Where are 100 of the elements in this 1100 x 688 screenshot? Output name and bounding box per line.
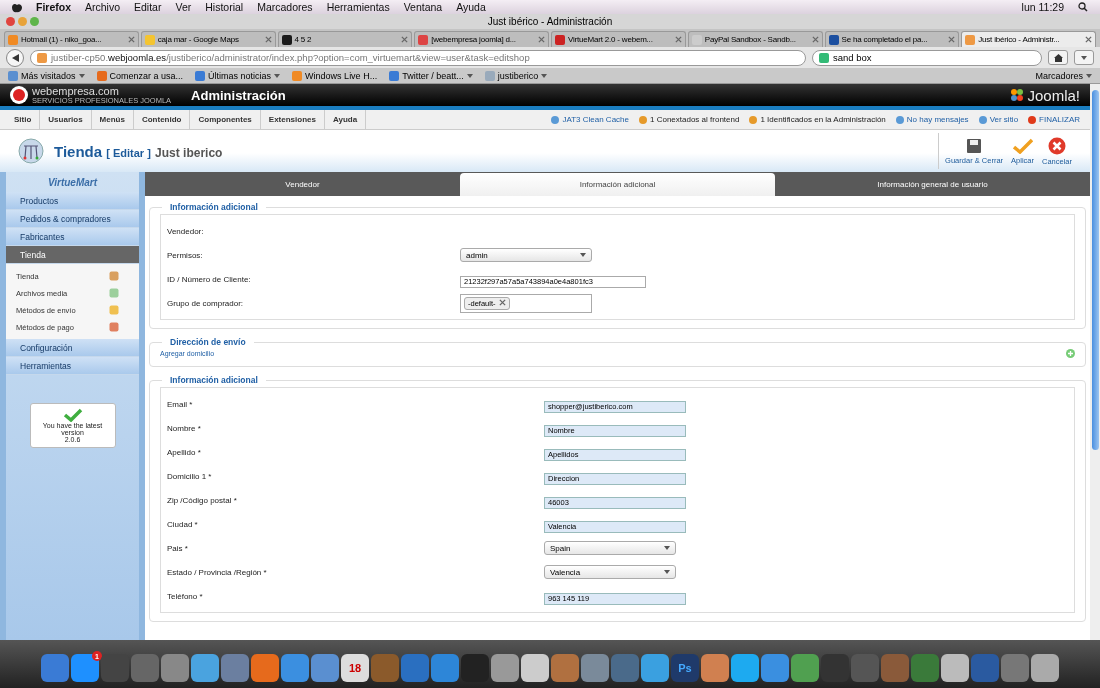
menu-item[interactable]: Ver [175, 1, 192, 13]
menu-item[interactable]: Historial [205, 1, 244, 13]
back-button[interactable] [6, 48, 24, 67]
sidebar-item[interactable]: Fabricantes [6, 228, 139, 246]
close-icon[interactable] [127, 36, 135, 43]
address-field[interactable]: justiber-cp50.webjoomla.es/justiberico/administrator/index.php?option=com_virtuemart&view=user&task=editshop [30, 49, 806, 66]
app-icon[interactable] [761, 654, 789, 682]
app-icon[interactable] [521, 654, 549, 682]
admin-menu-item[interactable]: Sitio [6, 110, 41, 129]
app-icon[interactable] [281, 654, 309, 682]
status-link[interactable]: FINALIZAR [1028, 110, 1080, 129]
sidebar-item[interactable]: Configuración [6, 339, 139, 357]
bookmark[interactable]: Últimas noticias [195, 70, 281, 81]
admin-menu-item[interactable]: Usuarios [40, 110, 92, 129]
close-icon[interactable] [674, 36, 682, 43]
close-icon[interactable] [811, 36, 819, 43]
browser-tab[interactable]: VirtueMart 2.0 - webem... [551, 31, 686, 47]
app-icon[interactable] [941, 654, 969, 682]
tab[interactable]: Información general de usuario [775, 173, 1090, 196]
check-icon [1012, 137, 1033, 154]
admin-menu-item[interactable]: Menús [91, 110, 134, 129]
menu-item[interactable]: Ventana [403, 1, 443, 13]
menu-item[interactable]: Marcadores [257, 1, 313, 13]
search-icon[interactable] [1078, 2, 1088, 12]
app-icon[interactable]: Ps [671, 654, 699, 682]
app-icon[interactable] [791, 654, 819, 682]
app-icon[interactable] [641, 654, 669, 682]
status-link[interactable]: JAT3 Clean Cache [551, 110, 629, 129]
app-icon[interactable] [491, 654, 519, 682]
close-icon[interactable] [264, 36, 272, 43]
menu-item[interactable]: Archivo [85, 1, 121, 13]
close-icon[interactable] [1085, 36, 1092, 43]
app-icon[interactable] [701, 654, 729, 682]
admin-menu-item[interactable]: Extensiones [260, 110, 325, 129]
browser-tab[interactable]: Se ha completado el pa... [824, 31, 960, 47]
tab[interactable]: Vendedor [145, 173, 460, 196]
addon-button[interactable] [1074, 50, 1094, 65]
field-label: Apellido * [167, 447, 202, 457]
close-icon[interactable] [948, 36, 956, 43]
add-icon[interactable] [1066, 349, 1075, 358]
scrollbar[interactable] [1090, 84, 1100, 640]
close-icon[interactable] [498, 298, 506, 306]
app-icon[interactable] [1031, 654, 1059, 682]
bookmark[interactable]: justiberico [484, 70, 548, 81]
menu-item[interactable]: Firefox [36, 1, 71, 13]
close-icon [1048, 136, 1066, 155]
bookmarks-menu[interactable]: Marcadores [1035, 70, 1092, 81]
close-button[interactable] [6, 17, 15, 26]
tab[interactable]: Información adicional [460, 173, 775, 196]
app-icon[interactable] [311, 654, 339, 682]
field-label: Estado / Provincia /Región * [167, 567, 268, 577]
caret-icon [664, 546, 670, 550]
browser-tab[interactable]: 4 5 2 [277, 31, 413, 47]
app-icon[interactable] [191, 654, 219, 682]
status-link[interactable]: No hay mensajes [895, 110, 969, 129]
admin-menu-item[interactable]: Componentes [190, 110, 261, 129]
admin-menu-item[interactable]: Ayuda [324, 110, 367, 129]
zoom-button[interactable] [30, 17, 39, 26]
dropdown[interactable]: Spain [544, 541, 676, 555]
app-icon[interactable] [251, 654, 279, 682]
app-icon[interactable] [431, 654, 459, 682]
sidebar-item[interactable]: Tienda [6, 246, 139, 264]
dropdown[interactable]: admin [460, 248, 592, 262]
search-field[interactable]: sand box [812, 49, 1042, 66]
menu-item[interactable]: Herramientas [326, 1, 390, 13]
caret-icon [1086, 73, 1092, 78]
browser-tab[interactable]: Just ibérico - Administr... [961, 31, 1096, 47]
favicon [691, 34, 702, 45]
status-text: 1 Conextados al frontend [639, 110, 740, 129]
app-icon[interactable] [161, 654, 189, 682]
bookmark[interactable]: Twitter / beatt... [389, 70, 473, 81]
field-label: ID / Número de Cliente: [167, 274, 252, 284]
app-icon[interactable]: 18 [341, 654, 369, 682]
sidebar-item[interactable]: Pedidos & compradores [6, 210, 139, 228]
caret-icon [1081, 55, 1087, 60]
dropdown[interactable]: Valencia [544, 565, 676, 579]
browser-tab[interactable]: [webempresa joomla] d... [414, 31, 549, 47]
sidebar-item[interactable]: Herramientas [6, 357, 139, 375]
close-icon[interactable] [538, 36, 545, 43]
field-label: Domicilio 1 * [167, 471, 213, 481]
caret-icon [466, 73, 473, 78]
apple-icon[interactable] [12, 1, 22, 13]
home-button[interactable] [1048, 50, 1068, 65]
app-icon[interactable] [581, 654, 609, 682]
close-icon[interactable] [401, 36, 409, 43]
menu-item[interactable]: Editar [134, 1, 162, 13]
browser-tab[interactable]: Hotmail (1) - niko_goa... [4, 31, 139, 47]
sidebar-item[interactable]: Productos [6, 192, 139, 210]
app-icon[interactable] [731, 654, 759, 682]
status-link[interactable]: Ver sitio [978, 110, 1019, 129]
admin-menu-item[interactable]: Contenido [133, 110, 191, 129]
favicon [555, 34, 565, 45]
menu-item[interactable]: Ayuda [456, 1, 486, 13]
brand-name: webempresa.com [32, 85, 120, 97]
caret-icon [541, 73, 548, 78]
browser-tab[interactable]: caja mar - Google Maps [140, 31, 276, 47]
browser-tab[interactable]: PayPal Sandbox - Sandb... [687, 31, 823, 47]
bookmark[interactable]: Comenzar a usa... [96, 70, 184, 81]
bookmark[interactable]: Windows Live H... [292, 70, 378, 81]
bookmark[interactable]: Más visitados [8, 70, 85, 81]
